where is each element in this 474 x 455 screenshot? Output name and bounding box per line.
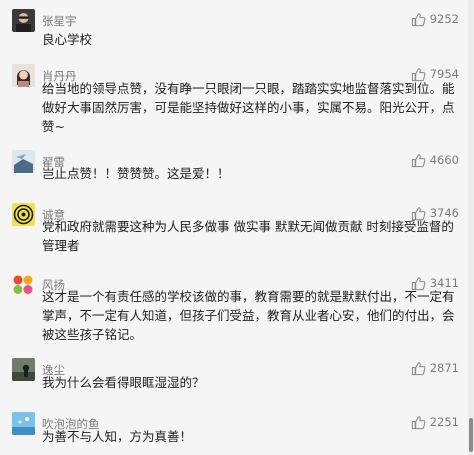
- comment-text: 为善不与人知，方为真善！: [42, 429, 193, 444]
- thumbs-up-icon: [411, 12, 426, 27]
- comment-text: 给当地的领导点赞，没有睁一只眼闭一只眼，踏踏实实地监督落实到位。能做好大事固然厉…: [42, 81, 455, 134]
- avatar[interactable]: [12, 273, 35, 296]
- avatar[interactable]: [12, 203, 35, 226]
- like-count: 9252: [429, 12, 459, 26]
- comment-text: 我为什么会看得眼眶湿湿的？: [42, 375, 205, 390]
- avatar[interactable]: [12, 150, 35, 173]
- avatar[interactable]: [12, 358, 35, 381]
- comment-text: 良心学校: [42, 32, 93, 47]
- avatar[interactable]: [12, 9, 35, 32]
- comment-text: 这才是一个有责任感的学校该做的事，教育需要的就是默默付出，不一定有掌声，不一定有…: [42, 289, 455, 342]
- comment-text: 党和政府就需要这种为人民多做事 做实事 默默无闻做贡献 时刻接受监督的管理者: [42, 219, 454, 253]
- avatar[interactable]: [12, 64, 35, 87]
- scrollbar[interactable]: [468, 0, 474, 455]
- like-button[interactable]: 9252: [411, 11, 459, 27]
- scrollbar-thumb[interactable]: [469, 418, 473, 452]
- avatar[interactable]: [12, 412, 35, 435]
- commenter-name[interactable]: 张星宇: [42, 13, 77, 29]
- comment-text: 岂止点赞！！赞赞赞。这是爱！！: [42, 166, 230, 181]
